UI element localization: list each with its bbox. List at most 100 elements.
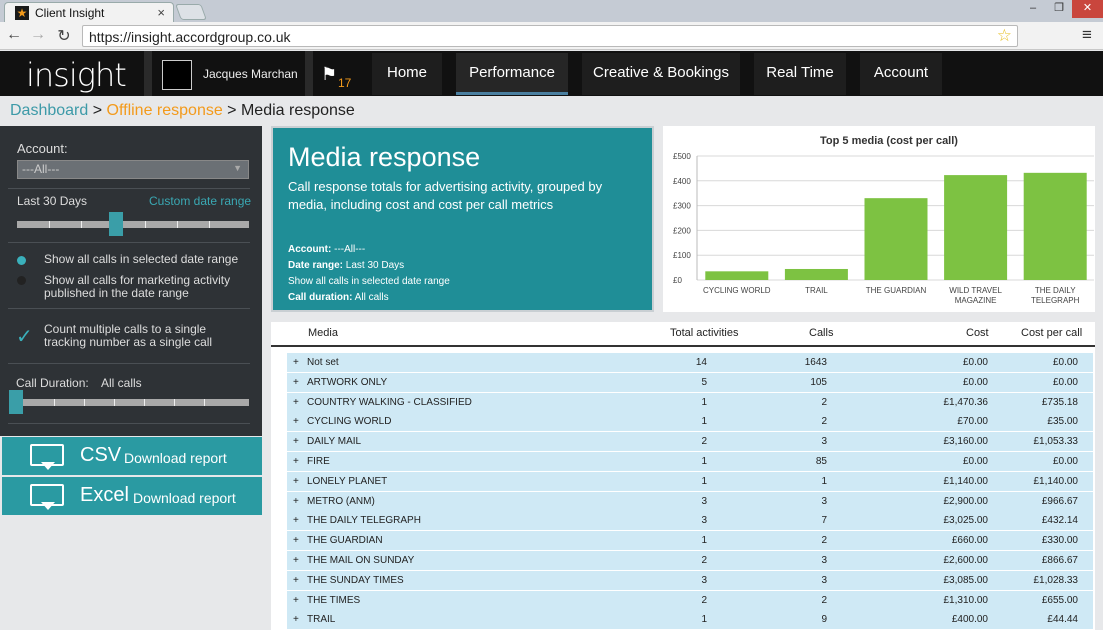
expand-row-icon[interactable]: + [293,436,299,447]
minimize-button[interactable]: – [1020,0,1046,18]
x-tick-label: TRAIL [805,286,828,295]
nav-home[interactable]: Home [372,53,442,95]
browser-tab[interactable]: ★ Client Insight × [4,2,174,22]
table-row[interactable]: + COUNTRY WALKING - CLASSIFIED 1 2 £1,470.36… [287,392,1093,412]
avatar[interactable] [162,60,192,90]
nav-real-time[interactable]: Real Time [754,53,846,95]
cell-cost-per-call: £966.67 [1041,495,1078,507]
nav-account[interactable]: Account [860,53,942,95]
expand-row-icon[interactable]: + [293,614,299,625]
meta-duration: Call duration: All calls [288,292,389,303]
date-range-label: Last 30 Days [17,194,88,208]
radio-label-published-line1[interactable]: Show all calls for marketing activity [44,273,230,287]
account-select[interactable]: ---All--- ▼ [17,160,249,179]
y-tick-label: £200 [673,226,691,235]
table-row[interactable]: + TRAIL 1 9 £400.00 £44.44 [287,610,1093,630]
expand-row-icon[interactable]: + [293,575,299,586]
radio-label-published-line2[interactable]: published in the date range [44,286,189,300]
table-row[interactable]: + THE DAILY TELEGRAPH 3 7 £3,025.00 £432.14 [287,511,1093,531]
custom-date-range-link[interactable]: Custom date range [149,194,251,208]
checkbox-label-line2[interactable]: tracking number as a single call [44,335,212,349]
col-cost-per-call[interactable]: Cost per call [1021,327,1082,339]
close-window-button[interactable]: ✕ [1072,0,1103,18]
forward-arrow-icon[interactable]: → [28,26,48,44]
slider-tick [204,399,205,406]
flag-icon[interactable]: ⚑ [321,64,337,85]
col-total-activities[interactable]: Total activities [670,327,738,339]
table-row[interactable]: + ARTWORK ONLY 5 105 £0.00 £0.00 [287,372,1093,392]
radio-unselected[interactable] [17,276,26,285]
expand-row-icon[interactable]: + [293,496,299,507]
breadcrumb-dashboard[interactable]: Dashboard [10,102,88,119]
divider [8,308,250,309]
date-slider-track[interactable] [17,221,249,228]
table-row[interactable]: + LONELY PLANET 1 1 £1,140.00 £1,140.00 [287,471,1093,491]
chart-bar [784,268,848,280]
duration-slider-track[interactable] [17,399,249,406]
user-name[interactable]: Jacques Marchan [203,67,298,81]
maximize-button[interactable]: ❐ [1046,0,1072,18]
date-slider-handle[interactable] [109,212,123,236]
excel-download-button[interactable]: Excel Download report [2,477,262,515]
expand-row-icon[interactable]: + [293,456,299,467]
cell-media: FIRE [307,456,330,467]
expand-row-icon[interactable]: + [293,595,299,606]
col-calls[interactable]: Calls [809,327,833,339]
col-cost[interactable]: Cost [966,327,989,339]
cell-calls: 2 [821,416,827,428]
csv-download-button[interactable]: CSV Download report [2,437,262,475]
cell-calls: 9 [821,614,827,626]
breadcrumb-offline-response[interactable]: Offline response [107,102,223,119]
nav-creative-bookings[interactable]: Creative & Bookings [582,53,740,95]
back-arrow-icon[interactable]: ← [4,26,24,44]
url-text: https://insight.accordgroup.co.uk [89,29,291,45]
reload-icon[interactable]: ↻ [54,26,74,46]
expand-row-icon[interactable]: + [293,515,299,526]
cell-total-activities: 2 [701,555,707,566]
new-tab-button[interactable] [175,4,207,20]
expand-row-icon[interactable]: + [293,397,299,408]
slider-tick [114,399,115,406]
excel-sublabel: Download report [133,490,236,506]
table-row[interactable]: + THE GUARDIAN 1 2 £660.00 £330.00 [287,531,1093,551]
duration-slider-handle[interactable] [9,390,23,414]
expand-row-icon[interactable]: + [293,357,299,368]
table-row[interactable]: + DAILY MAIL 2 3 £3,160.00 £1,053.33 [287,432,1093,452]
nav-performance[interactable]: Performance [456,53,568,95]
header-separator [144,51,152,96]
expand-row-icon[interactable]: + [293,535,299,546]
checkmark-icon[interactable]: ✓ [16,324,33,349]
table-row[interactable]: + FIRE 1 85 £0.00 £0.00 [287,452,1093,471]
insight-logo[interactable]: insight [26,56,127,94]
table-row[interactable]: + THE SUNDAY TIMES 3 3 £3,085.00 £1,028.33 [287,570,1093,590]
cell-media: LONELY PLANET [307,475,388,487]
expand-row-icon[interactable]: + [293,476,299,487]
expand-row-icon[interactable]: + [293,416,299,427]
browser-menu-icon[interactable]: ≡ [1082,25,1092,45]
radio-selected[interactable] [17,256,26,265]
chart-bar [944,175,1008,280]
table-row[interactable]: + THE TIMES 2 2 £1,310.00 £655.00 [287,590,1093,610]
cell-cost: £70.00 [957,416,988,428]
table-row[interactable]: + CYCLING WORLD 1 2 £70.00 £35.00 [287,412,1093,432]
expand-row-icon[interactable]: + [293,377,299,388]
cell-calls: 3 [821,495,827,507]
expand-row-icon[interactable]: + [293,555,299,566]
radio-label-selected-range[interactable]: Show all calls in selected date range [44,252,238,266]
table-row[interactable]: + Not set 14 1643 £0.00 £0.00 [287,353,1093,372]
cell-calls: 2 [821,396,827,408]
tab-close-icon[interactable]: × [157,5,165,20]
x-tick-label: MAGAZINE [955,296,997,305]
col-media[interactable]: Media [308,327,338,339]
table-row[interactable]: + THE MAIL ON SUNDAY 2 3 £2,600.00 £866.67 [287,551,1093,570]
cell-total-activities: 1 [701,396,707,408]
y-tick-label: £100 [673,251,691,260]
cell-calls: 7 [821,515,827,527]
checkbox-label-line1[interactable]: Count multiple calls to a single [44,322,206,336]
table-row[interactable]: + METRO (ANM) 3 3 £2,900.00 £966.67 [287,491,1093,511]
meta-account: Account: ---All--- [288,244,366,255]
bookmark-star-icon[interactable]: ☆ [997,26,1012,46]
cell-cost: £2,900.00 [943,495,989,507]
cell-cost: £3,160.00 [943,436,989,448]
address-bar[interactable]: https://insight.accordgroup.co.uk ☆ [82,25,1018,47]
